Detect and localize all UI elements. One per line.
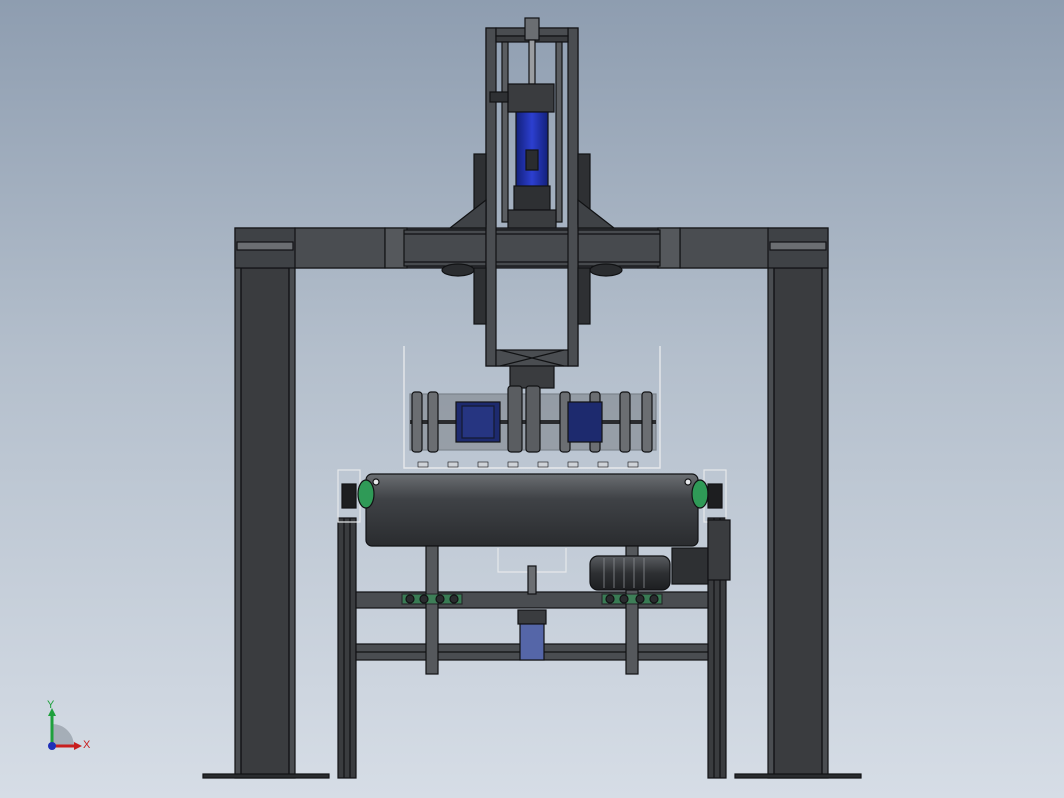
top-crossbeam[interactable] (234, 227, 829, 277)
orientation-triad: X Y (47, 699, 91, 751)
x-arrowhead (74, 742, 82, 750)
cad-viewport[interactable]: X Y (0, 0, 1064, 798)
gripper-teeth (417, 461, 639, 468)
left-column[interactable] (202, 227, 330, 779)
bearing-cluster-right (601, 593, 663, 605)
y-axis-label: Y (47, 699, 55, 711)
pneumatic-cylinder[interactable] (489, 17, 557, 229)
x-axis-label: X (83, 739, 91, 751)
conveyor-table[interactable] (337, 469, 727, 779)
machine-assembly[interactable] (202, 17, 862, 779)
right-column[interactable] (734, 227, 862, 779)
z-axis-origin (48, 742, 56, 750)
bearing-cluster-left (401, 593, 463, 605)
